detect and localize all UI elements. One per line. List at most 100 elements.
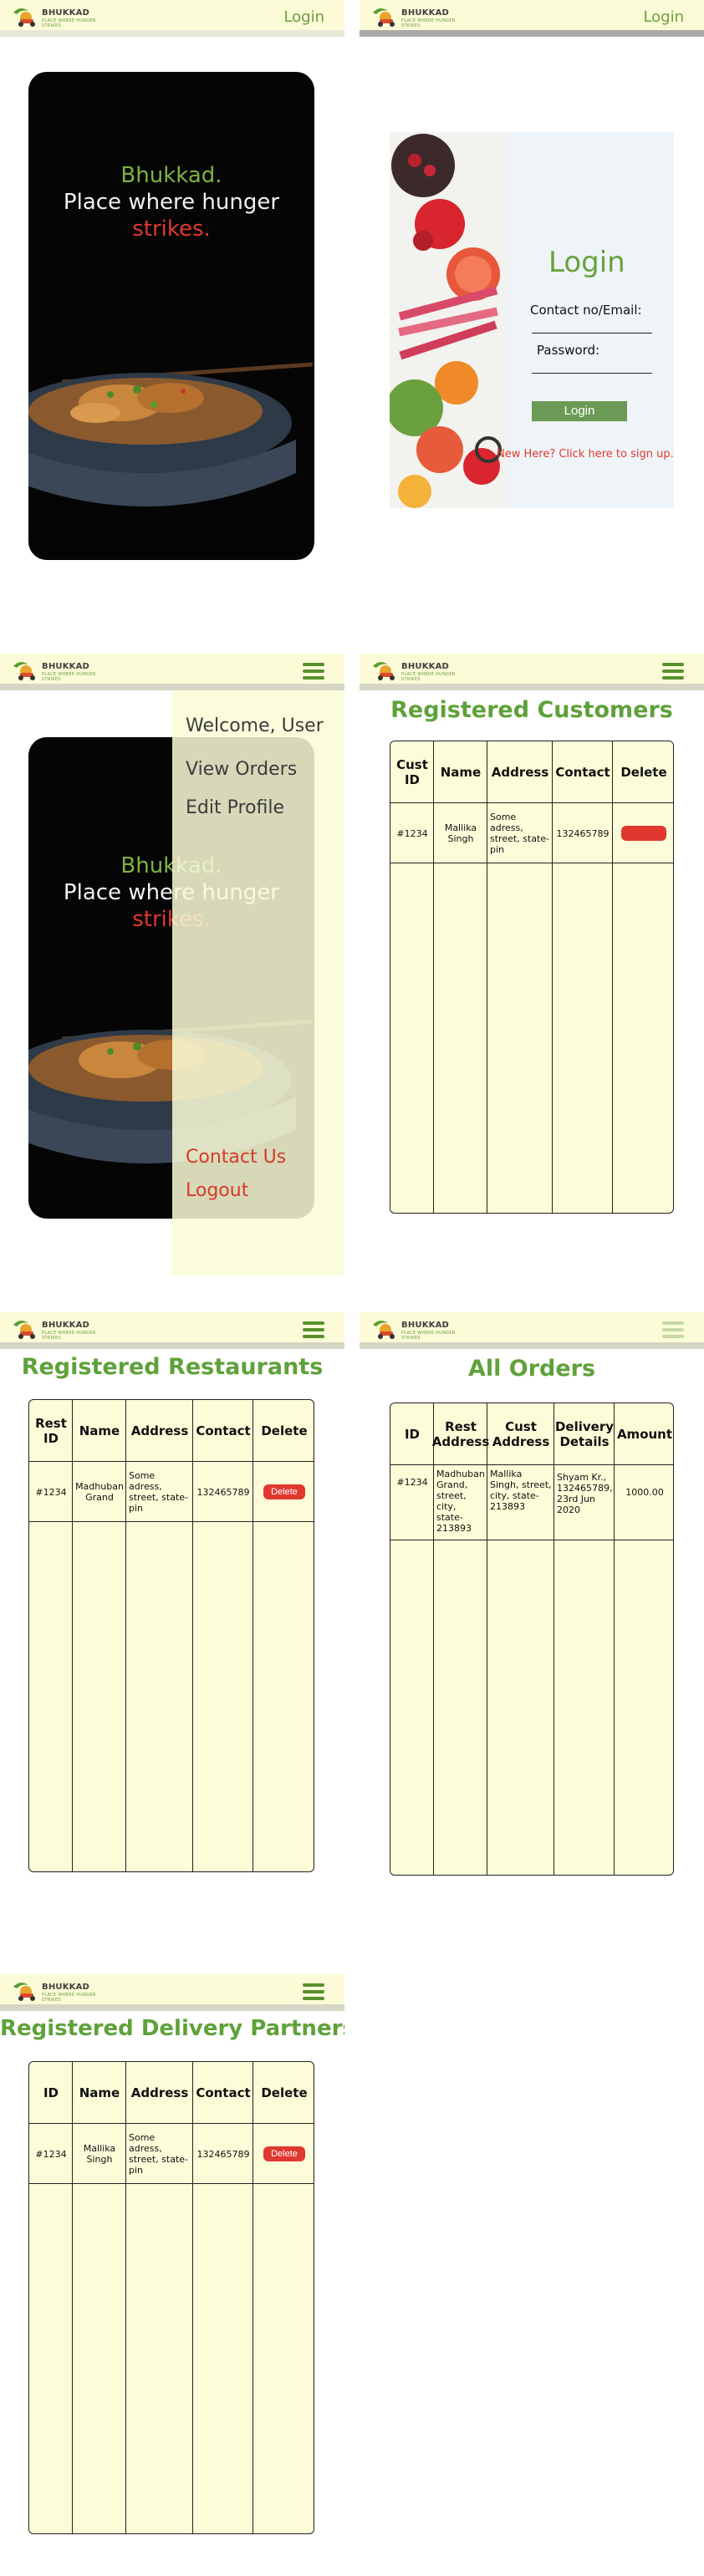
brand-name: BHUKKAD: [42, 8, 90, 18]
login-title: Login: [548, 246, 625, 279]
cell-id: #1234: [35, 2148, 67, 2160]
hero-line-1: Bhukkad.: [120, 163, 222, 188]
col-header: Name: [79, 2085, 120, 2100]
brand-tagline: PLACE WHERE HUNGER STRIKES: [401, 1331, 456, 1341]
menu-item-logout[interactable]: Logout: [186, 1180, 248, 1201]
delete-button[interactable]: Delete: [263, 2146, 305, 2161]
col-header: Delete: [261, 2085, 308, 2100]
header: BHUKKAD PLACE WHERE HUNGER STRIKES: [0, 654, 344, 690]
cell-cust-address: Mallika Singh, street, city, state-21389…: [490, 1469, 552, 1512]
brand-name: BHUKKAD: [42, 662, 90, 671]
brand-tagline: PLACE WHERE HUNGER STRIKES: [42, 672, 96, 682]
col-header: Contact: [196, 2085, 251, 2100]
brand-logo[interactable]: BHUKKAD PLACE WHERE HUNGER STRIKES: [12, 1318, 104, 1341]
header: BHUKKAD PLACE WHERE HUNGER STRIKES: [360, 654, 704, 690]
cell-contact: 132465789: [196, 2148, 250, 2160]
col-header: Amount: [616, 1427, 673, 1442]
hero-card: Bhukkad. Place where hunger strikes.: [28, 72, 314, 560]
brand-tagline: PLACE WHERE HUNGER STRIKES: [401, 18, 456, 28]
side-menu: Welcome, User View Orders Edit Profile C…: [172, 690, 344, 1275]
hamburger-menu-icon[interactable]: [303, 1983, 324, 2000]
col-header: Contact: [555, 765, 610, 780]
cell-contact: 132465789: [196, 1486, 250, 1498]
cell-name: Mallika Singh: [83, 2143, 116, 2165]
menu-welcome: Welcome, User: [186, 715, 324, 736]
brand-name: BHUKKAD: [42, 1983, 90, 1992]
login-button[interactable]: Login: [532, 401, 627, 421]
login-card: Login Contact no/Email: Password: Login …: [390, 132, 674, 508]
scooter-logo-icon: [13, 661, 35, 680]
delete-button[interactable]: Delete: [263, 1484, 305, 1499]
brand-tagline: PLACE WHERE HUNGER STRIKES: [401, 672, 456, 682]
page-title: Registered Customers: [390, 697, 673, 723]
hamburger-menu-icon[interactable]: [303, 1321, 324, 1338]
col-header: Cust ID: [396, 757, 428, 787]
cell-contact: 132465789: [556, 827, 610, 839]
brand-logo[interactable]: BHUKKAD PLACE WHERE HUNGER STRIKES: [12, 6, 104, 28]
scooter-logo-icon: [13, 8, 35, 27]
hamburger-menu-icon[interactable]: [303, 663, 324, 680]
header: BHUKKAD PLACE WHERE HUNGER STRIKES: [0, 1312, 344, 1349]
cell-id: #1234: [396, 1477, 428, 1488]
screen-delivery-partners: BHUKKAD PLACE WHERE HUNGER STRIKES Regis…: [0, 1974, 344, 2559]
scooter-logo-icon: [373, 8, 395, 27]
screen-splash: BHUKKAD PLACE WHERE HUNGER STRIKES Login…: [0, 0, 344, 585]
orders-table: ID Rest Address Cust Address Delivery De…: [390, 1403, 674, 1876]
screen-menu: BHUKKAD PLACE WHERE HUNGER STRIKES Bhukk…: [0, 654, 344, 1275]
col-header: Name: [79, 1423, 120, 1438]
scooter-logo-icon: [13, 1982, 35, 2001]
header: BHUKKAD PLACE WHERE HUNGER STRIKES Login: [360, 0, 704, 37]
cell-delete: Delete: [253, 1462, 314, 1522]
header: BHUKKAD PLACE WHERE HUNGER STRIKES: [360, 1312, 704, 1349]
scooter-logo-icon: [13, 1320, 35, 1339]
food-bowl-image: [28, 362, 313, 507]
menu-item-edit-profile[interactable]: Edit Profile: [186, 797, 284, 818]
customers-table: Cust ID Name Address Contact Delete #123…: [390, 741, 674, 1214]
brand-logo[interactable]: BHUKKAD PLACE WHERE HUNGER STRIKES: [371, 659, 463, 682]
brand-tagline: PLACE WHERE HUNGER STRIKES: [42, 1331, 96, 1341]
hamburger-menu-icon[interactable]: [662, 663, 684, 680]
restaurants-table: Rest ID Name Address Contact Delete #123…: [28, 1399, 314, 1872]
menu-item-contact-us[interactable]: Contact Us: [186, 1147, 286, 1168]
col-header: Delete: [261, 1423, 308, 1438]
brand-logo[interactable]: BHUKKAD PLACE WHERE HUNGER STRIKES: [12, 659, 104, 682]
scooter-logo-icon: [373, 1320, 395, 1339]
fruit-image: [390, 132, 507, 508]
cell-address: Some adress, street, state-pin: [490, 812, 550, 855]
scooter-logo-icon: [373, 661, 395, 680]
menu-item-view-orders[interactable]: View Orders: [186, 759, 297, 780]
password-label: Password:: [537, 343, 600, 358]
header-login-link[interactable]: Login: [643, 8, 684, 26]
contact-label: Contact no/Email:: [530, 303, 642, 318]
hero-headline: Bhukkad. Place where hunger strikes.: [28, 162, 314, 242]
hamburger-menu-icon[interactable]: [662, 1321, 684, 1338]
page-title: All Orders: [467, 1356, 596, 1382]
col-header: Rest ID: [35, 1416, 67, 1446]
header-login-link[interactable]: Login: [283, 8, 324, 26]
signup-link[interactable]: New Here? Click here to sign up.: [497, 448, 674, 461]
brand-name: BHUKKAD: [401, 662, 450, 671]
cell-id: #1234: [35, 1486, 67, 1498]
page-title: Registered Delivery Partners: [0, 2016, 344, 2041]
brand-logo[interactable]: BHUKKAD PLACE WHERE HUNGER STRIKES: [12, 1980, 104, 2003]
cell-delivery-details: Shyam Kr., 132465789, 23rd Jun 2020: [557, 1472, 613, 1515]
password-input[interactable]: [532, 373, 652, 374]
cell-id: #1234: [396, 827, 428, 839]
screen-restaurants: BHUKKAD PLACE WHERE HUNGER STRIKES Regis…: [0, 1312, 344, 1881]
hero-line-2: Place where hunger: [63, 190, 280, 215]
col-header: Delivery Details: [554, 1419, 615, 1449]
header: BHUKKAD PLACE WHERE HUNGER STRIKES Login: [0, 0, 344, 37]
cell-name: Madhuban Grand: [75, 1481, 124, 1503]
cell-name: Mallika Singh: [444, 822, 477, 844]
cell-delete: [613, 803, 673, 863]
col-header: Address: [130, 1423, 189, 1438]
col-header: Contact: [196, 1423, 251, 1438]
delete-button[interactable]: [621, 826, 666, 841]
brand-logo[interactable]: BHUKKAD PLACE WHERE HUNGER STRIKES: [371, 6, 463, 28]
hero-line-3: strikes.: [132, 216, 211, 242]
col-header: Address: [130, 2085, 189, 2100]
col-header: Delete: [620, 765, 667, 780]
brand-logo[interactable]: BHUKKAD PLACE WHERE HUNGER STRIKES: [371, 1318, 463, 1341]
screen-login: BHUKKAD PLACE WHERE HUNGER STRIKES Login…: [360, 0, 704, 585]
screen-orders: BHUKKAD PLACE WHERE HUNGER STRIKES All O…: [360, 1312, 704, 1881]
